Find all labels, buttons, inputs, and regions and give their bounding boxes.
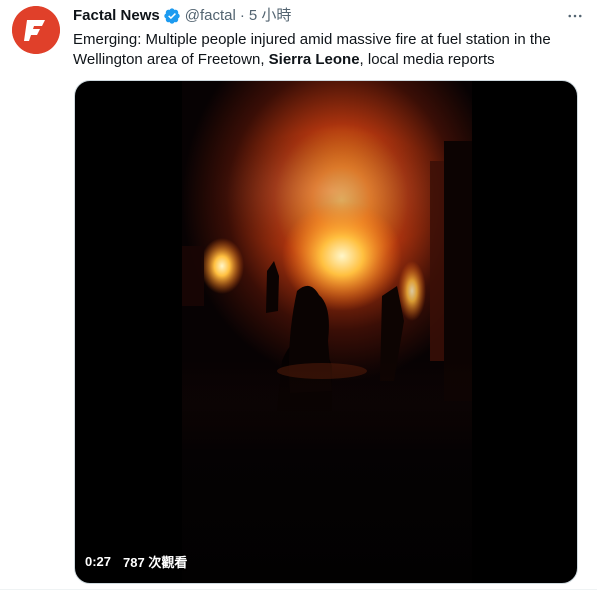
- tweet-text-part: , local media reports: [359, 51, 495, 68]
- header-separator: ·: [239, 7, 245, 24]
- tweet-text: Emerging: Multiple people injured amid m…: [73, 30, 563, 70]
- verified-badge-icon: [163, 7, 181, 25]
- more-options-icon[interactable]: [563, 4, 587, 28]
- tweet-text-location: Sierra Leone: [268, 51, 360, 68]
- video-frame: [182, 81, 472, 583]
- tweet-content: Factal News @factal · 5 小時 Emerging: Mul…: [73, 0, 582, 70]
- author-handle[interactable]: @factal: [185, 6, 236, 26]
- timestamp[interactable]: 5 小時: [249, 6, 292, 26]
- video-player[interactable]: 0:27 787 次觀看: [74, 80, 578, 584]
- tweet[interactable]: Factal News @factal · 5 小時 Emerging: Mul…: [0, 0, 597, 590]
- tweet-header: Factal News @factal · 5 小時: [73, 2, 582, 30]
- fire-scene-image: [182, 81, 472, 583]
- factal-logo-icon: [12, 6, 60, 54]
- video-duration: 0:27: [85, 554, 112, 569]
- avatar[interactable]: [12, 6, 60, 54]
- author-name[interactable]: Factal News: [73, 6, 160, 26]
- video-overlay: 0:27 787 次觀看: [85, 552, 187, 571]
- video-view-count: 787 次觀看: [123, 555, 188, 570]
